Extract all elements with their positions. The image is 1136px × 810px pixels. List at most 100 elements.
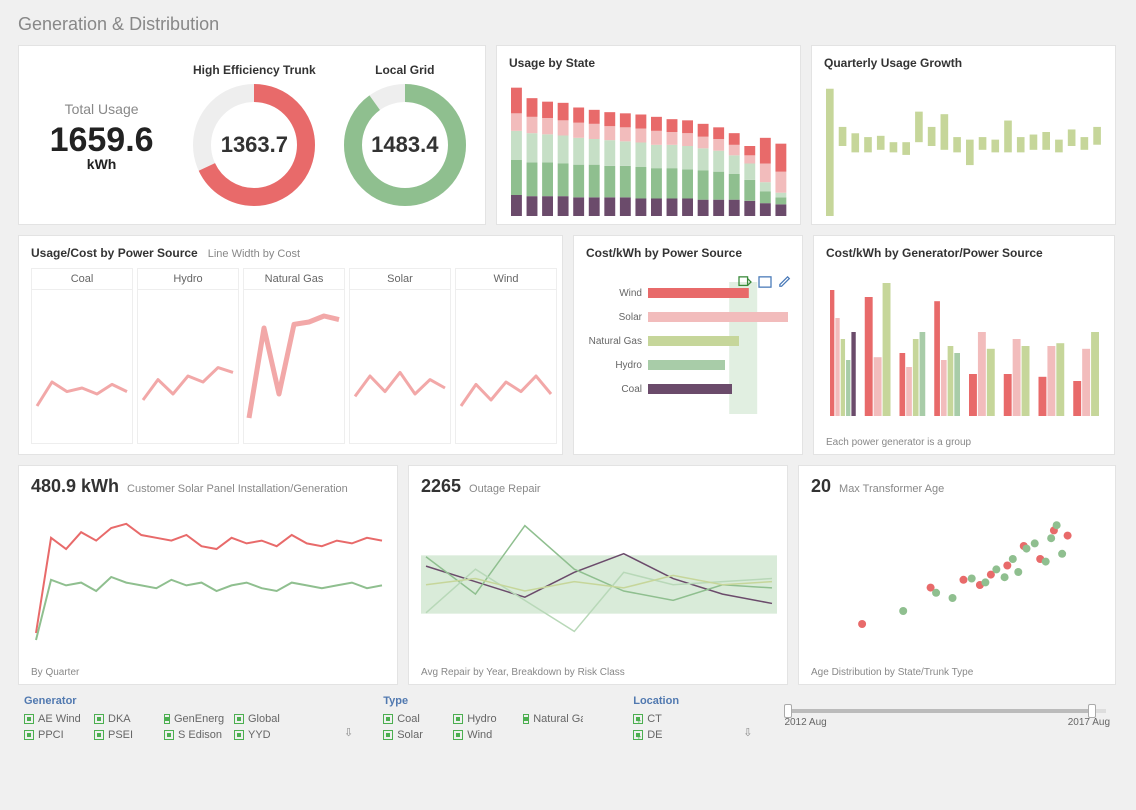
checkbox-icon[interactable]: [164, 730, 174, 740]
quarterly-growth-title: Quarterly Usage Growth: [824, 56, 1103, 70]
chart-solar[interactable]: [31, 497, 387, 657]
card-usage-by-state: Usage by State: [496, 45, 801, 225]
filter-item-wind[interactable]: Wind: [453, 729, 513, 741]
facet-chart[interactable]: [350, 290, 450, 440]
plus-icon[interactable]: [633, 730, 643, 740]
checkbox-icon[interactable]: [24, 730, 34, 740]
donut-2[interactable]: 1483.4: [341, 81, 469, 209]
page-title: Generation & Distribution: [18, 14, 1118, 35]
filter-item-psei[interactable]: PSEI: [94, 729, 154, 741]
total-usage-value: 1659.6: [31, 121, 172, 160]
svg-text:Solar: Solar: [619, 312, 643, 323]
filter-item-coal[interactable]: Coal: [383, 713, 443, 725]
card-quarterly-growth: Quarterly Usage Growth: [811, 45, 1116, 225]
checkbox-icon[interactable]: [164, 714, 170, 724]
slider-to-label: 2017 Aug: [1068, 717, 1110, 728]
donut-1[interactable]: 1363.7: [190, 81, 318, 209]
donut-2-title: Local Grid: [337, 63, 473, 77]
facet-title-wind: Wind: [456, 269, 556, 290]
filter-item-global[interactable]: Global: [234, 713, 294, 725]
total-usage-label: Total Usage: [31, 101, 172, 117]
checkbox-icon[interactable]: [234, 714, 244, 724]
facet-title-solar: Solar: [350, 269, 450, 290]
checkbox-icon[interactable]: [453, 730, 463, 740]
slider-thumb-from[interactable]: [784, 704, 792, 718]
edit-icon[interactable]: [778, 276, 792, 288]
facet-chart[interactable]: [32, 290, 132, 440]
svg-text:Coal: Coal: [621, 384, 642, 395]
donut-2-value: 1483.4: [341, 81, 469, 209]
age-value: 20: [811, 476, 831, 497]
date-slider[interactable]: 2012 Aug 2017 Aug: [782, 695, 1112, 728]
checkbox-icon[interactable]: [383, 714, 393, 724]
card-cost-kwh: Cost/kWh by Power Source Wind Solar Natura…: [573, 235, 803, 455]
filter-item-natural-gas[interactable]: Natural Gas: [523, 713, 583, 725]
filter-generator-header: Generator: [24, 695, 314, 707]
card-age: 20 Max Transformer Age Age Distribution b…: [798, 465, 1116, 685]
filter-item-de[interactable]: DE: [633, 729, 693, 741]
chart-cost-kwh[interactable]: Wind Solar Natural Gas Hydro Coal: [586, 266, 794, 436]
svg-text:Hydro: Hydro: [615, 360, 642, 371]
chart-outage[interactable]: [421, 497, 777, 657]
facet-chart[interactable]: [456, 290, 556, 440]
filter-item-genenergy[interactable]: GenEnergy: [164, 713, 224, 725]
solar-caption: By Quarter: [31, 667, 79, 678]
checkbox-icon[interactable]: [94, 730, 104, 740]
card-outage: 2265 Outage Repair Avg Repair by Year, Br…: [408, 465, 788, 685]
card-usage-cost: Usage/Cost by Power Source Line Width by…: [18, 235, 563, 455]
age-caption: Age Distribution by State/Trunk Type: [811, 667, 973, 678]
filter-type-header: Type: [383, 695, 603, 707]
facet-title-natural-gas: Natural Gas: [244, 269, 344, 290]
slider-from-label: 2012 Aug: [784, 717, 826, 728]
location-expand-icon[interactable]: ⇩: [743, 726, 752, 739]
outage-caption: Avg Repair by Year, Breakdown by Risk Cl…: [421, 667, 625, 678]
export-icon[interactable]: [738, 276, 752, 288]
generator-expand-icon[interactable]: ⇩: [344, 726, 353, 739]
cost-kwh-title: Cost/kWh by Power Source: [586, 246, 790, 260]
checkbox-icon[interactable]: [24, 714, 34, 724]
cost-gen-caption: Each power generator is a group: [826, 437, 971, 448]
solar-label: Customer Solar Panel Installation/Genera…: [127, 483, 348, 495]
filters-bar: Generator AE Wind DKA GenEnergy Global PPCI P…: [18, 695, 1118, 741]
card-total-usage: Total Usage 1659.6 kWh High Efficiency T…: [18, 45, 486, 225]
filter-item-solar[interactable]: Solar: [383, 729, 443, 741]
filter-location-header: Location: [633, 695, 713, 707]
checkbox-icon[interactable]: [523, 714, 529, 724]
checkbox-icon[interactable]: [234, 730, 244, 740]
outage-label: Outage Repair: [469, 483, 541, 495]
checkbox-icon[interactable]: [383, 730, 393, 740]
usage-cost-subtitle: Line Width by Cost: [208, 248, 300, 260]
chart-cost-gen[interactable]: [826, 266, 1104, 426]
cost-gen-title: Cost/kWh by Generator/Power Source: [826, 246, 1102, 260]
svg-text:Wind: Wind: [619, 288, 642, 299]
usage-cost-title: Usage/Cost by Power Source: [31, 246, 198, 260]
facet-chart[interactable]: [138, 290, 238, 440]
plus-icon[interactable]: [633, 714, 643, 724]
chart-age[interactable]: [811, 497, 1105, 657]
filter-item-ae-wind[interactable]: AE Wind: [24, 713, 84, 725]
checkbox-icon[interactable]: [453, 714, 463, 724]
age-label: Max Transformer Age: [839, 483, 944, 495]
facet-title-coal: Coal: [32, 269, 132, 290]
outage-value: 2265: [421, 476, 461, 497]
filter-item-s-edison[interactable]: S Edison: [164, 729, 224, 741]
filter-item-yyd[interactable]: YYD: [234, 729, 294, 741]
filter-item-dka[interactable]: DKA: [94, 713, 154, 725]
chart-usage-by-state[interactable]: [509, 76, 789, 216]
facet-chart[interactable]: [244, 290, 344, 440]
svg-text:Natural Gas: Natural Gas: [589, 336, 642, 347]
slider-thumb-to[interactable]: [1088, 704, 1096, 718]
solar-value: 480.9 kWh: [31, 476, 119, 497]
donut-1-title: High Efficiency Trunk: [186, 63, 322, 77]
donut-1-value: 1363.7: [190, 81, 318, 209]
card-cost-gen: Cost/kWh by Generator/Power Source Each …: [813, 235, 1115, 455]
filter-item-hydro[interactable]: Hydro: [453, 713, 513, 725]
filter-item-ppci[interactable]: PPCI: [24, 729, 84, 741]
filter-item-ct[interactable]: CT: [633, 713, 693, 725]
checkbox-icon[interactable]: [94, 714, 104, 724]
facet-title-hydro: Hydro: [138, 269, 238, 290]
chart-quarterly-growth[interactable]: [824, 76, 1104, 216]
card-solar: 480.9 kWh Customer Solar Panel Installati…: [18, 465, 398, 685]
usage-by-state-title: Usage by State: [509, 56, 788, 70]
maximize-icon[interactable]: [758, 276, 772, 288]
